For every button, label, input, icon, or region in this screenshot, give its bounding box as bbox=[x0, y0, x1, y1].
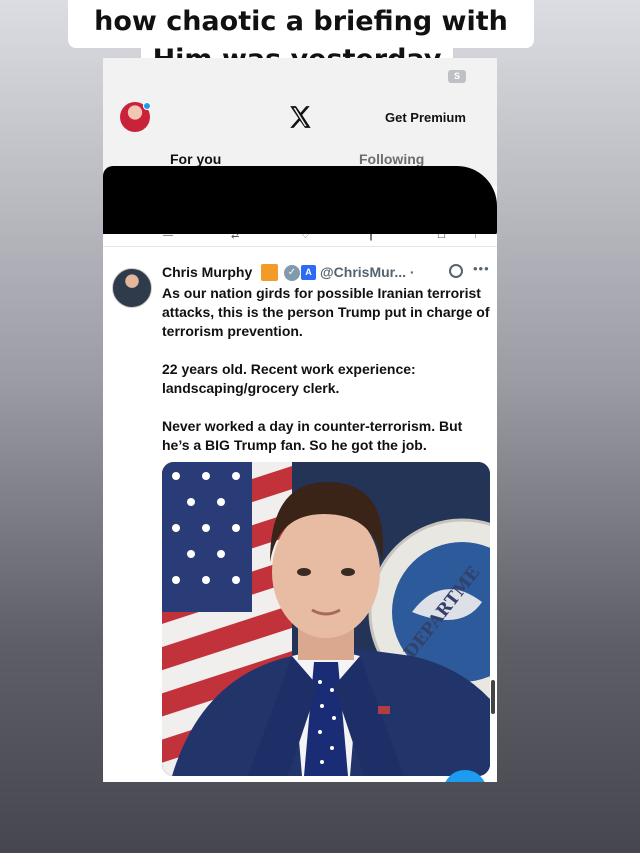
author-handle[interactable]: @ChrisMur... · bbox=[320, 264, 415, 280]
grok-badge[interactable]: S bbox=[448, 70, 466, 83]
tweet-paragraph: Never worked a day in counter-terrorism.… bbox=[162, 418, 463, 453]
tweet-paragraph: As our nation girds for possible Iranian… bbox=[162, 285, 490, 339]
grok-icon[interactable] bbox=[449, 264, 463, 278]
scrollbar[interactable] bbox=[491, 680, 495, 714]
author-name[interactable]: Chris Murphy bbox=[162, 264, 252, 280]
reply-icon[interactable]: ― bbox=[163, 234, 173, 241]
author-avatar[interactable] bbox=[112, 268, 152, 308]
share-icon[interactable]: ↑ bbox=[473, 234, 478, 241]
previous-tweet-actions: ― ⇄ ♡ ┃ ☐ ↑ bbox=[103, 234, 497, 246]
tab-following[interactable]: Following bbox=[359, 151, 424, 167]
repost-icon[interactable]: ⇄ bbox=[231, 234, 239, 241]
more-icon[interactable]: ••• bbox=[473, 261, 490, 276]
get-premium-button[interactable]: Get Premium bbox=[385, 110, 466, 125]
like-icon[interactable]: ♡ bbox=[301, 234, 310, 241]
verified-badge-icon: ✓ bbox=[284, 265, 300, 281]
tweet-text: As our nation girds for possible Iranian… bbox=[162, 284, 492, 474]
affiliate-badge-icon: A bbox=[301, 265, 316, 280]
tweet-paragraph: 22 years old. Recent work experience: la… bbox=[162, 361, 416, 396]
flag-emoji-icon bbox=[261, 264, 278, 281]
phone-screenshot: S Get Premium For you Following ― ⇄ ♡ ┃ … bbox=[103, 58, 497, 782]
bookmark-icon[interactable]: ☐ bbox=[437, 234, 446, 241]
divider bbox=[103, 246, 497, 247]
tab-for-you[interactable]: For you bbox=[170, 151, 221, 167]
redaction-bar bbox=[103, 166, 497, 236]
tweet-photo[interactable]: DEPARTME bbox=[162, 462, 490, 776]
notification-dot bbox=[143, 102, 151, 110]
views-icon[interactable]: ┃ bbox=[368, 234, 374, 241]
x-logo-icon bbox=[290, 106, 311, 128]
portrait-image: DEPARTME bbox=[162, 462, 490, 776]
